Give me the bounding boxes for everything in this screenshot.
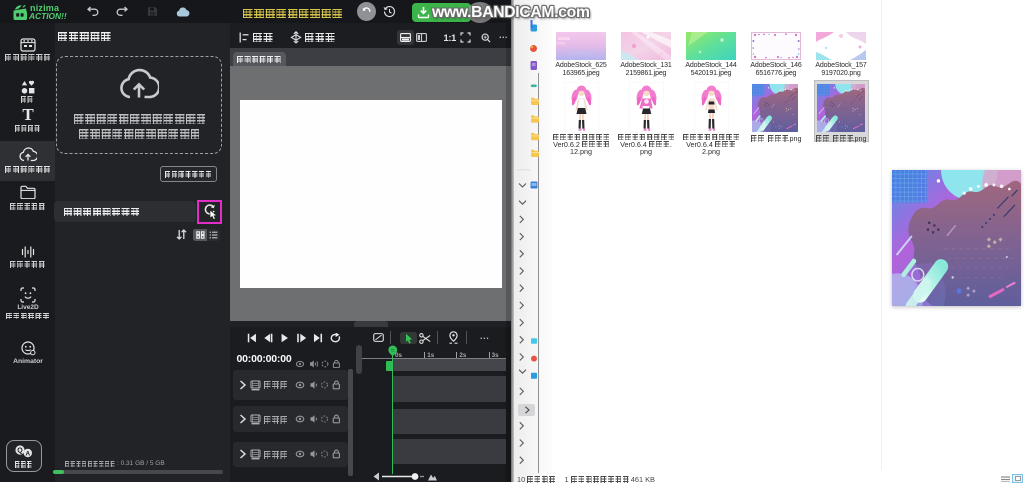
svg-text:Q: Q bbox=[17, 447, 23, 454]
svg-text:A: A bbox=[25, 450, 30, 457]
